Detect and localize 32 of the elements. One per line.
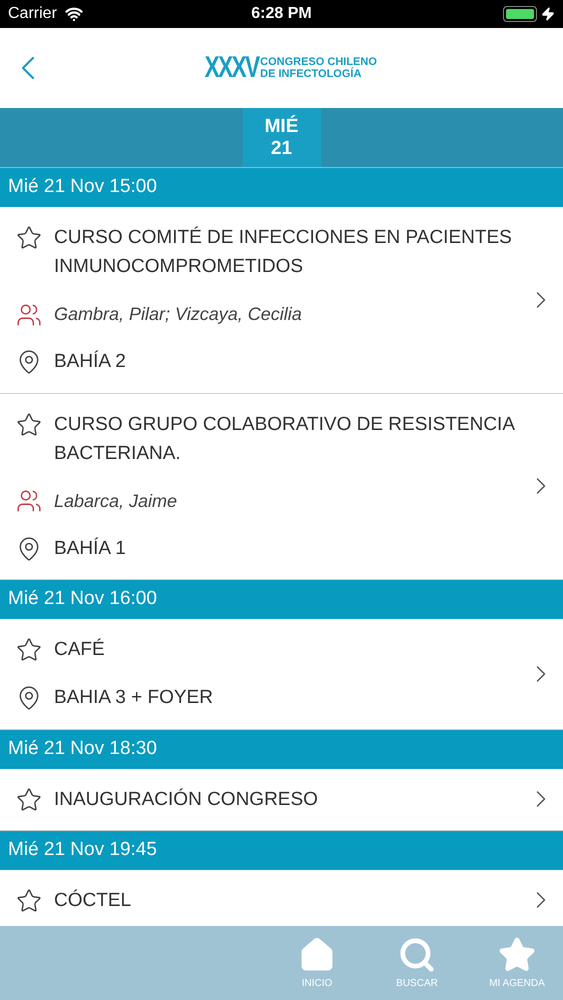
carrier-label: Carrier bbox=[8, 4, 57, 24]
star-icon[interactable] bbox=[16, 225, 42, 251]
event-speakers: Labarca, Jaime bbox=[54, 490, 178, 512]
clock: 6:28 PM bbox=[251, 4, 312, 24]
star-icon[interactable] bbox=[16, 888, 42, 914]
tab-bar-item[interactable]: INICIO bbox=[287, 936, 347, 990]
battery-icon bbox=[503, 6, 537, 22]
star-icon[interactable] bbox=[16, 786, 42, 812]
star-icon[interactable] bbox=[16, 637, 42, 663]
event-location: BAHÍA 2 bbox=[54, 350, 126, 374]
event-speakers: Gambra, Pilar; Vizcaya, Cecilia bbox=[54, 303, 302, 326]
time-section-header: Mié 21 Nov 15:00 bbox=[0, 168, 563, 207]
event-title: INAUGURACIÓN CONGRESO bbox=[54, 788, 318, 812]
time-section-header: Mié 21 Nov 18:30 bbox=[0, 730, 563, 768]
event-title: CURSO GRUPO COLABORATIVO DE RESISTENCIA BACTERIANA. bbox=[54, 412, 516, 466]
wifi-icon bbox=[64, 5, 83, 23]
tab-bar-item[interactable]: BUSCAR bbox=[387, 936, 447, 990]
star-icon bbox=[498, 936, 536, 974]
time-section-header: Mié 21 Nov 19:45 bbox=[0, 830, 563, 870]
event-location: BAHÍA 1 bbox=[54, 536, 126, 560]
event-location: BAHIA 3 + FOYER bbox=[54, 686, 213, 710]
event-title: CÓCTEL bbox=[54, 888, 132, 912]
star-icon[interactable] bbox=[16, 412, 42, 438]
tab-bar-item[interactable]: MI AGENDA bbox=[487, 936, 547, 990]
event-title: CAFÉ bbox=[54, 638, 105, 662]
event-title: CURSO COMITÉ DE INFECCIONES EN PACIENTES INMUNOCOMPROMETIDOS bbox=[54, 226, 513, 279]
charging-icon bbox=[541, 7, 555, 21]
people-icon bbox=[16, 302, 42, 328]
search-icon bbox=[398, 936, 436, 974]
time-section-header: Mié 21 Nov 16:00 bbox=[0, 580, 563, 619]
day-tab[interactable]: MIÉ 21 bbox=[242, 108, 320, 167]
people-icon bbox=[16, 488, 42, 514]
